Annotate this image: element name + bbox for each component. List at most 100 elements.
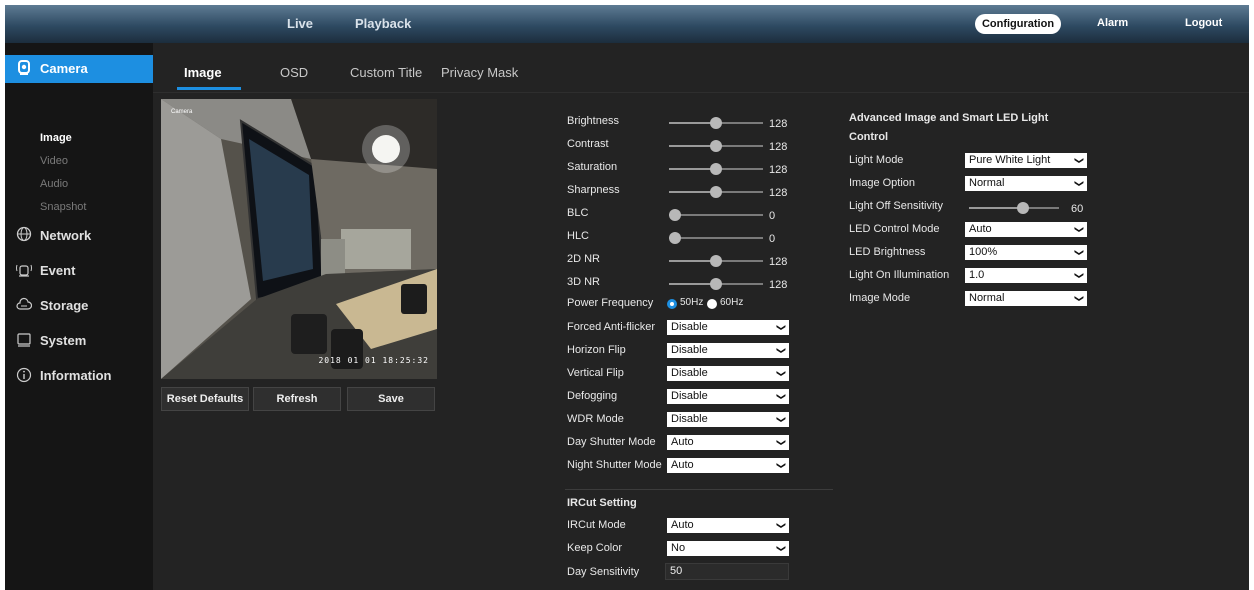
image-option-select[interactable]: Normal ❯ (965, 176, 1087, 191)
setting-select[interactable]: Disable ❯ (667, 389, 789, 404)
save-button[interactable]: Save (347, 387, 435, 411)
slider-label: BLC (567, 207, 589, 219)
day-sensitivity-input[interactable]: 50 (665, 563, 789, 580)
chevron-down-icon: ❯ (1074, 156, 1085, 165)
select-label: Day Shutter Mode (567, 436, 656, 448)
image-mode-select[interactable]: Normal ❯ (965, 291, 1087, 306)
slider-value: 128 (769, 279, 788, 291)
preview-osd-label: Camera (171, 109, 193, 115)
slider-thumb[interactable] (710, 255, 722, 267)
setting-slider[interactable] (669, 232, 763, 244)
sidebar-item-camera[interactable]: Camera (5, 55, 153, 83)
setting-slider[interactable] (669, 163, 763, 175)
storage-cloud-icon (15, 297, 33, 315)
light-off-sensitivity-label: Light Off Sensitivity (849, 200, 943, 212)
select-value: Disable (671, 321, 708, 333)
setting-select[interactable]: Auto ❯ (667, 458, 789, 473)
select-label: WDR Mode (567, 413, 624, 425)
slider-track (669, 214, 763, 216)
led-brightness-select[interactable]: 100% ❯ (965, 245, 1087, 260)
sidebar-label-storage: Storage (40, 298, 89, 313)
select-label: Horizon Flip (567, 344, 626, 356)
setting-slider[interactable] (669, 186, 763, 198)
setting-select[interactable]: Disable ❯ (667, 343, 789, 358)
sidebar (5, 43, 153, 590)
led-brightness-label: LED Brightness (849, 246, 926, 258)
slider-thumb[interactable] (710, 163, 722, 175)
light-on-illumination-select[interactable]: 1.0 ❯ (965, 268, 1087, 283)
tab-custom-title[interactable]: Custom Title (350, 65, 422, 80)
radio-60hz[interactable] (707, 299, 717, 309)
ircut-section-title: IRCut Setting (567, 497, 637, 509)
sidebar-subitem-video[interactable]: Video (40, 155, 68, 167)
slider-label: Brightness (567, 115, 619, 127)
slider-fill (669, 191, 716, 193)
slider-fill (969, 207, 1023, 209)
info-circle-icon (15, 367, 33, 385)
nav-live[interactable]: Live (287, 16, 313, 31)
slider-thumb[interactable] (710, 117, 722, 129)
setting-select[interactable]: Disable ❯ (667, 366, 789, 381)
keep-color-select[interactable]: No ❯ (667, 541, 789, 556)
sidebar-subitem-image[interactable]: Image (40, 132, 72, 144)
slider-label: Sharpness (567, 184, 620, 196)
light-on-illumination-label: Light On Illumination (849, 269, 950, 281)
chevron-down-icon: ❯ (1074, 225, 1085, 234)
network-globe-icon (15, 226, 33, 244)
setting-slider[interactable] (669, 255, 763, 267)
event-alarm-icon (15, 262, 33, 280)
image-mode-value: Normal (969, 292, 1005, 304)
reset-defaults-button[interactable]: Reset Defaults (161, 387, 249, 411)
sidebar-subitem-snapshot[interactable]: Snapshot (40, 201, 86, 213)
tab-osd[interactable]: OSD (280, 65, 308, 80)
slider-thumb[interactable] (669, 232, 681, 244)
tab-image[interactable]: Image (184, 65, 222, 80)
slider-value: 128 (769, 118, 788, 130)
setting-select[interactable]: Auto ❯ (667, 435, 789, 450)
light-mode-label: Light Mode (849, 154, 904, 166)
nav-playback[interactable]: Playback (355, 16, 411, 31)
chevron-down-icon: ❯ (776, 521, 787, 530)
select-label: Defogging (567, 390, 618, 402)
refresh-button[interactable]: Refresh (253, 387, 341, 411)
setting-slider[interactable] (669, 140, 763, 152)
sidebar-label-network: Network (40, 228, 92, 243)
ircut-mode-select[interactable]: Auto ❯ (667, 518, 789, 533)
led-control-mode-value: Auto (969, 223, 992, 235)
select-value: Disable (671, 367, 708, 379)
nav-logout[interactable]: Logout (1185, 17, 1222, 29)
sidebar-label-information: Information (40, 368, 112, 383)
chevron-down-icon: ❯ (776, 415, 787, 424)
light-on-illumination-value: 1.0 (969, 269, 985, 281)
slider-thumb[interactable] (669, 209, 681, 221)
radio-50hz[interactable] (667, 299, 677, 309)
slider-label: Saturation (567, 161, 618, 173)
power-frequency-label: Power Frequency (567, 297, 654, 309)
sidebar-subitem-audio[interactable]: Audio (40, 178, 68, 190)
slider-label: HLC (567, 230, 590, 242)
keep-color-value: No (671, 542, 686, 554)
slider-thumb[interactable] (710, 140, 722, 152)
chevron-down-icon: ❯ (1074, 179, 1085, 188)
image-option-label: Image Option (849, 177, 916, 189)
setting-slider[interactable] (669, 209, 763, 221)
tab-privacy-mask[interactable]: Privacy Mask (441, 65, 518, 80)
slider-thumb[interactable] (710, 278, 722, 290)
select-value: Auto (671, 436, 694, 448)
light-off-sensitivity-slider[interactable] (969, 202, 1059, 214)
system-monitor-icon (15, 332, 33, 350)
setting-slider[interactable] (669, 278, 763, 290)
setting-slider[interactable] (669, 117, 763, 129)
nav-configuration[interactable]: Configuration (975, 14, 1061, 34)
advanced-title-line2: Control (849, 131, 889, 143)
slider-thumb[interactable] (1017, 202, 1029, 214)
select-value: Auto (671, 459, 694, 471)
setting-select[interactable]: Disable ❯ (667, 412, 789, 427)
light-mode-select[interactable]: Pure White Light ❯ (965, 153, 1087, 168)
slider-thumb[interactable] (710, 186, 722, 198)
setting-select[interactable]: Disable ❯ (667, 320, 789, 335)
nav-alarm[interactable]: Alarm (1097, 17, 1128, 29)
slider-label: 3D NR (567, 276, 601, 288)
led-control-mode-select[interactable]: Auto ❯ (965, 222, 1087, 237)
video-preview[interactable]: Camera 2018 01 01 18:25:32 (161, 99, 437, 379)
